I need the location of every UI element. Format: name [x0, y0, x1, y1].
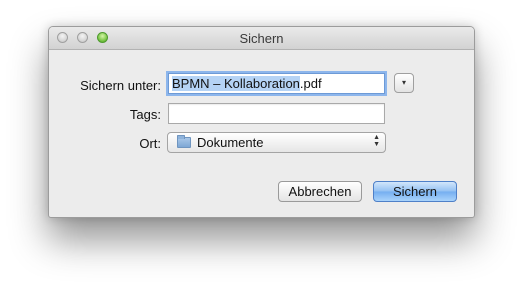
cancel-button[interactable]: Abbrechen — [278, 181, 362, 202]
expand-dialog-button[interactable]: ▾ — [394, 73, 414, 93]
window-title: Sichern — [239, 31, 284, 46]
location-label: Ort: — [139, 136, 161, 151]
save-as-value: BPMN – Kollaboration.pdf — [172, 76, 322, 91]
save-as-label: Sichern unter: — [80, 78, 161, 93]
folder-icon — [177, 135, 191, 148]
title-bar[interactable]: Sichern — [49, 27, 474, 50]
location-value: Dokumente — [197, 135, 264, 150]
disclosure-triangle-icon: ▾ — [401, 78, 406, 87]
tags-field[interactable] — [168, 103, 385, 124]
save-dialog: Sichern Sichern unter: BPMN – Kollaborat… — [48, 26, 475, 218]
location-popup[interactable]: Dokumente ▲ ▼ — [167, 132, 386, 153]
popup-arrows-icon: ▲ ▼ — [373, 134, 380, 148]
screen: Sichern Sichern unter: BPMN – Kollaborat… — [0, 0, 522, 286]
tags-label: Tags: — [129, 107, 161, 122]
save-as-extension: .pdf — [299, 76, 322, 91]
save-as-field[interactable]: BPMN – Kollaboration.pdf — [168, 73, 385, 94]
save-as-selected-text: BPMN – Kollaboration — [172, 76, 300, 91]
save-button[interactable]: Sichern — [373, 181, 457, 202]
